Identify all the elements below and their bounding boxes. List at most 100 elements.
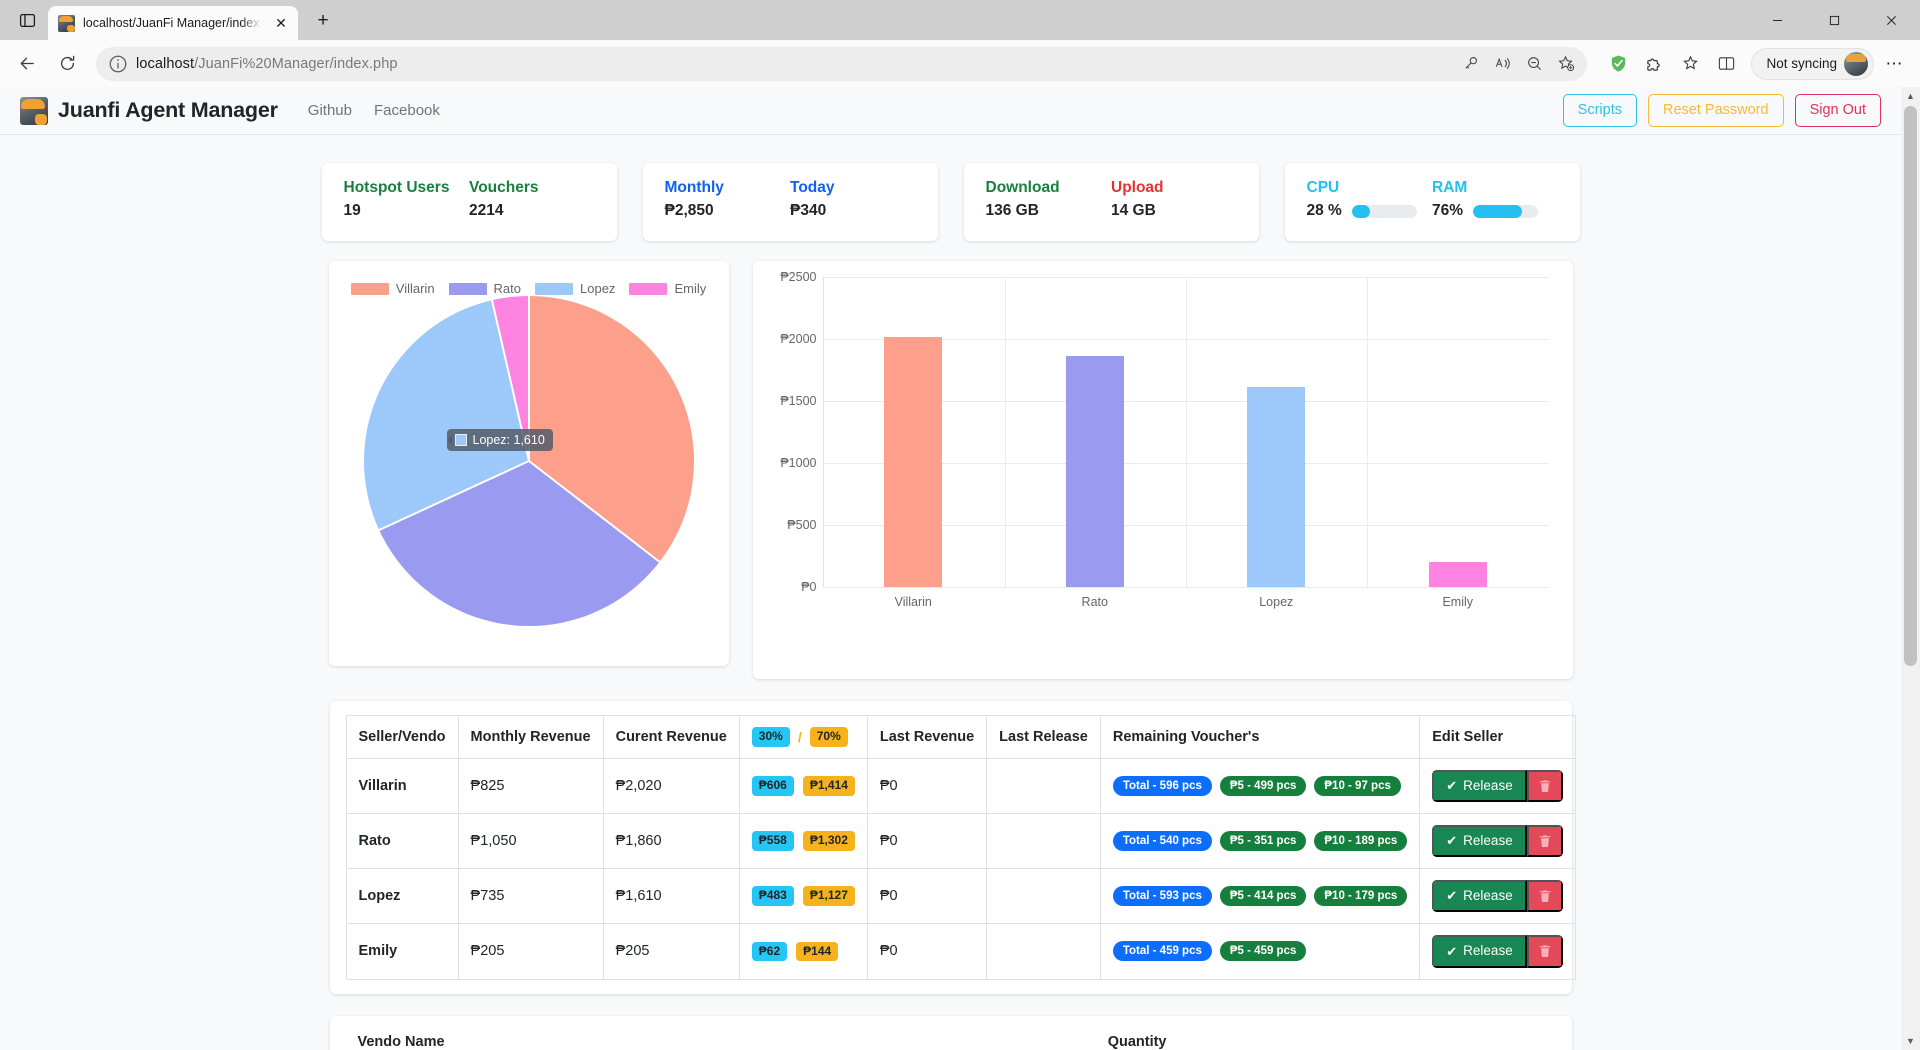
row-action-group: ✔ Release (1432, 935, 1563, 968)
new-tab-button[interactable]: + (306, 6, 340, 36)
nav-link-github[interactable]: Github (308, 102, 352, 119)
trash-icon (1539, 890, 1550, 903)
table-row: Rato ₱1,050 ₱1,860 ₱558 ₱1,302 ₱0 Total - 540 … (345, 812, 1576, 870)
vendo-table-card: Vendo Name Quantity (329, 1015, 1572, 1050)
x-axis-tick-label: Emily (1442, 595, 1474, 609)
cell-monthly-revenue: ₱825 (457, 757, 604, 814)
cell-current-revenue: ₱205 (602, 923, 740, 980)
share-high-chip: ₱1,414 (802, 775, 855, 796)
trash-icon (1539, 780, 1550, 792)
read-aloud-icon[interactable] (1487, 49, 1517, 79)
scrollbar-thumb[interactable] (1904, 106, 1917, 666)
legend-item[interactable]: Villarin (350, 281, 435, 296)
bar-slot (823, 277, 1005, 587)
release-button[interactable]: ✔ Release (1432, 935, 1527, 968)
key-icon[interactable] (1455, 49, 1485, 79)
app-brand[interactable]: Juanfi Agent Manager (20, 96, 278, 125)
stat-ram: RAM 76% (1432, 179, 1558, 220)
share-high-chip: ₱1,127 (802, 886, 855, 907)
x-axis-tick-label: Rato (1081, 595, 1108, 609)
extensions-puzzle-icon[interactable] (1637, 47, 1671, 81)
scroll-up-icon[interactable]: ▲ (1901, 87, 1920, 105)
trash-icon (1539, 835, 1550, 848)
vendo-table: Vendo Name Quantity (346, 1030, 1556, 1050)
legend-item[interactable]: Rato (448, 281, 522, 296)
stat-upload: Upload 14 GB (1111, 179, 1237, 220)
profile-button[interactable]: Not syncing (1751, 47, 1874, 80)
cell-monthly-revenue: ₱1,050 (457, 812, 604, 870)
bar[interactable] (1247, 387, 1306, 587)
release-button[interactable]: ✔ Release (1432, 880, 1527, 913)
cell-current-revenue: ₱2,020 (602, 757, 740, 814)
table-row: Emily ₱205 ₱205 ₱62 ₱144 ₱0 Total - 459 pcs ₱5 … (345, 923, 1576, 980)
release-button-label: Release (1463, 832, 1513, 848)
sign-out-button[interactable]: Sign Out (1794, 94, 1881, 127)
release-button[interactable]: ✔ Release (1432, 824, 1527, 858)
voucher-badge: ₱10 - 189 pcs (1314, 831, 1408, 852)
pie-slice-divider (527, 460, 660, 563)
cell-edit-seller: ✔ Release (1419, 757, 1576, 814)
close-tab-icon[interactable]: ✕ (270, 12, 292, 34)
col-current-revenue: Curent Revenue (602, 715, 740, 759)
tab-list-icon[interactable] (6, 3, 48, 37)
add-favorite-icon[interactable] (1551, 49, 1581, 79)
voucher-badge: ₱10 - 97 pcs (1314, 775, 1401, 796)
scripts-button[interactable]: Scripts (1562, 94, 1637, 127)
maximize-icon[interactable] (1806, 0, 1863, 40)
delete-seller-button[interactable] (1526, 935, 1563, 968)
close-window-icon[interactable] (1863, 0, 1920, 40)
browser-menu-icon[interactable]: ⋯ (1876, 46, 1912, 82)
release-button[interactable]: ✔ Release (1432, 769, 1527, 802)
shield-check-icon[interactable] (1601, 47, 1635, 81)
delete-seller-button[interactable] (1526, 769, 1563, 802)
voucher-badge: ₱5 - 414 pcs (1219, 886, 1307, 907)
stats-row: Hotspot Users 19 Vouchers 2214 Monthly ₱… (0, 149, 1901, 241)
site-info-icon[interactable] (108, 54, 128, 74)
bar[interactable] (1065, 356, 1124, 587)
legend-label: Rato (493, 281, 522, 296)
voucher-badge: ₱5 - 351 pcs (1219, 831, 1307, 852)
table-row: Lopez ₱735 ₱1,610 ₱483 ₱1,127 ₱0 Total - 593 p… (345, 868, 1576, 925)
cell-last-revenue: ₱0 (866, 923, 988, 980)
nav-link-facebook[interactable]: Facebook (374, 102, 440, 119)
seller-table-head: Seller/Vendo Monthly Revenue Curent Reve… (345, 715, 1576, 759)
tab-title: localhost/JuanFi Manager/index. (83, 16, 262, 30)
release-button-label: Release (1463, 888, 1513, 904)
y-axis-tick-label: ₱1000 (780, 456, 817, 470)
stat-value: ₱340 (790, 202, 827, 219)
reset-password-button[interactable]: Reset Password (1648, 94, 1784, 127)
share-separator: / (797, 728, 802, 745)
tooltip-text: Lopez: 1,610 (472, 433, 545, 447)
zoom-out-icon[interactable] (1519, 49, 1549, 79)
stat-card-revenue: Monthly ₱2,850 Today ₱340 (642, 163, 938, 241)
x-axis-tick-label: Villarin (894, 595, 932, 609)
col-vendo-name: Vendo Name (357, 1033, 445, 1050)
y-axis-tick-label: ₱500 (787, 518, 817, 532)
share-low-chip: ₱62 (751, 941, 788, 962)
row-action-group: ✔ Release (1432, 769, 1563, 802)
cpu-value: 28 % (1306, 202, 1342, 219)
pie-chart-plot: Lopez: 1,610 (347, 296, 711, 626)
legend-item[interactable]: Emily (629, 281, 706, 296)
back-arrow-icon[interactable] (8, 45, 46, 83)
legend-item[interactable]: Lopez (535, 281, 615, 296)
page-scrollbar[interactable]: ▲ ▼ (1901, 87, 1920, 1050)
split-screen-icon[interactable] (1709, 47, 1743, 81)
reload-icon[interactable] (48, 45, 86, 83)
col-last-revenue: Last Revenue (866, 715, 988, 759)
collections-icon[interactable] (1673, 47, 1707, 81)
check-icon: ✔ (1446, 778, 1458, 794)
ram-meter (1473, 204, 1539, 218)
scroll-down-icon[interactable]: ▼ (1901, 1032, 1920, 1050)
stat-value: ₱2,850 (664, 202, 714, 219)
delete-seller-button[interactable] (1526, 880, 1563, 913)
col-edit-seller: Edit Seller (1419, 715, 1576, 759)
bar[interactable] (1428, 561, 1487, 587)
browser-tab[interactable]: localhost/JuanFi Manager/index. ✕ (48, 6, 298, 40)
pie-chart-legend: Villarin Rato Lopez Emily (347, 281, 711, 296)
minimize-icon[interactable] (1749, 0, 1806, 40)
bar[interactable] (884, 336, 943, 587)
address-bar[interactable]: localhost/JuanFi%20Manager/index.php (96, 46, 1588, 81)
delete-seller-button[interactable] (1526, 824, 1563, 858)
pie-chart[interactable] (363, 296, 694, 626)
